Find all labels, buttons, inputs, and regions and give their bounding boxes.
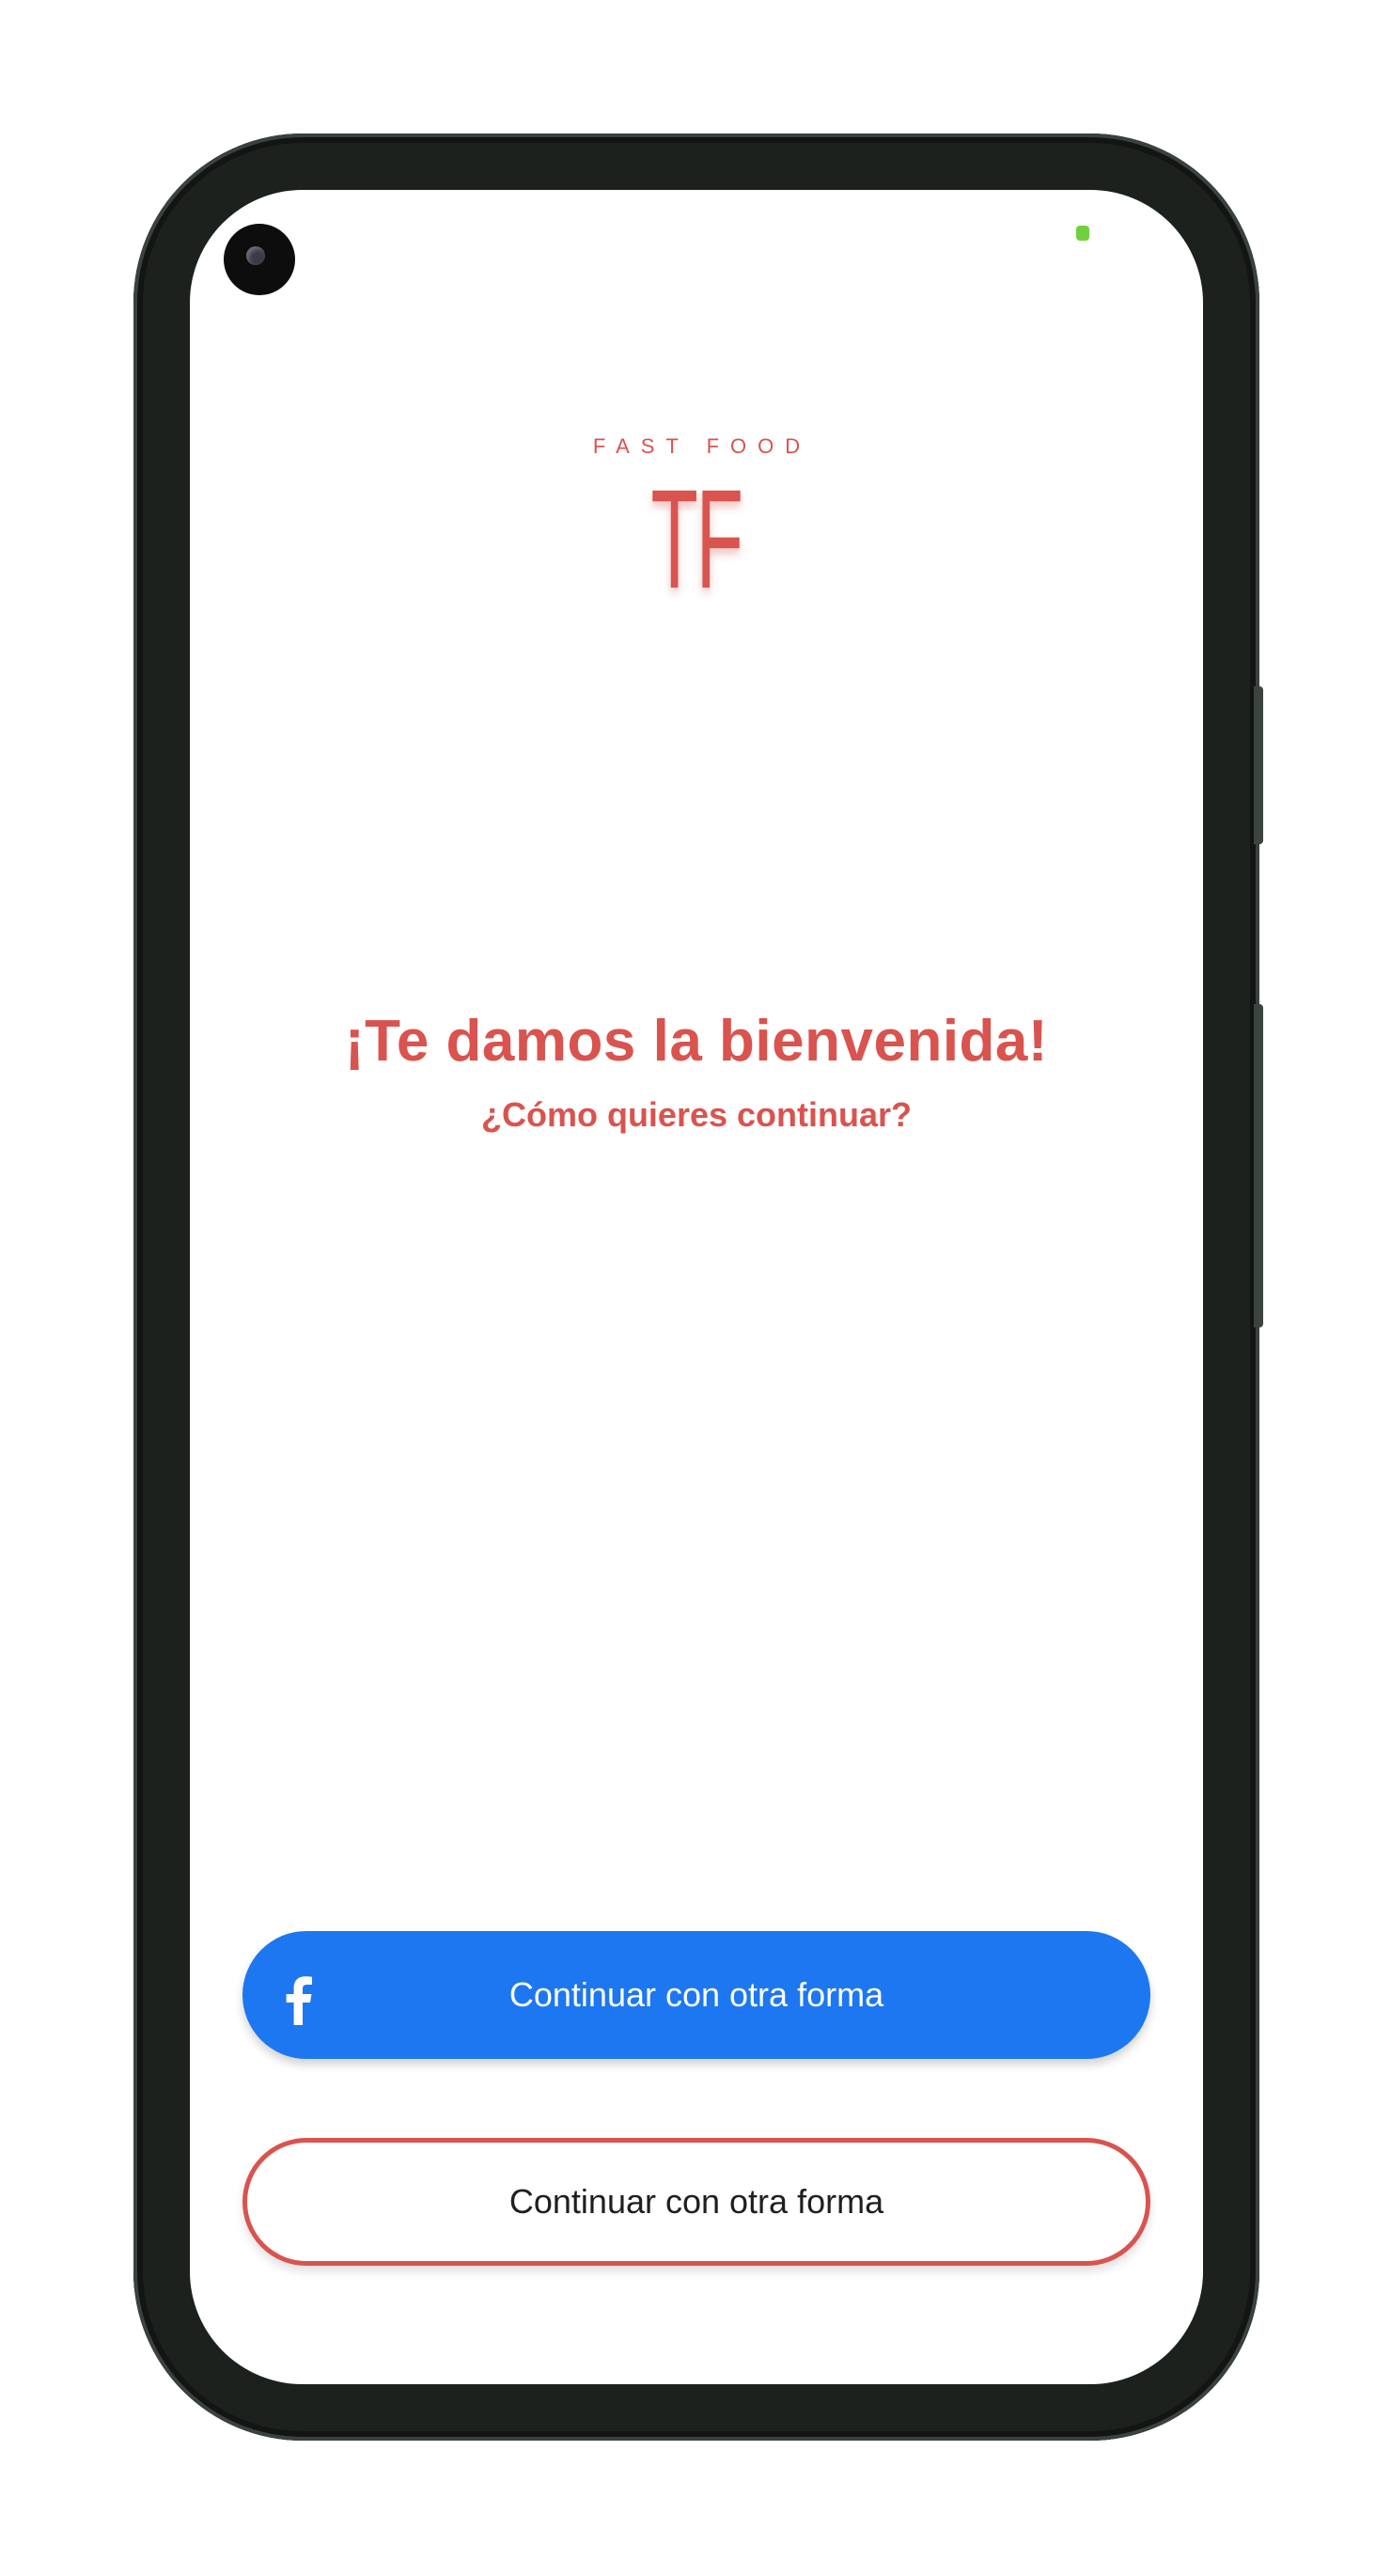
welcome-title: ¡Te damos la bienvenida! [344, 1009, 1049, 1074]
other-button-label: Continuar con otra forma [508, 2182, 884, 2221]
device-mockup: FAST FOOD TF ¡Te damos la bienvenida! ¿C… [0, 0, 1391, 2576]
welcome-subtitle: ¿Cómo quieres continuar? [480, 1095, 913, 1134]
camera-lens [246, 246, 265, 265]
front-camera [224, 224, 295, 295]
facebook-continue-button[interactable]: Continuar con otra forma [242, 1931, 1150, 2059]
privacy-indicator-dot [1076, 226, 1089, 241]
volume-button [1254, 1004, 1263, 1327]
app-screen: FAST FOOD TF ¡Te damos la bienvenida! ¿C… [190, 190, 1203, 2384]
logo-mark: TF [650, 460, 744, 618]
brand-logo: FAST FOOD TF [190, 434, 1203, 609]
welcome-section: ¡Te damos la bienvenida! ¿Cómo quieres c… [190, 1008, 1203, 1135]
logo-tagline: FAST FOOD [592, 434, 812, 458]
facebook-icon [286, 1976, 312, 2025]
power-button [1254, 686, 1263, 844]
other-continue-button[interactable]: Continuar con otra forma [242, 2138, 1150, 2266]
facebook-button-label: Continuar con otra forma [508, 1975, 884, 2014]
